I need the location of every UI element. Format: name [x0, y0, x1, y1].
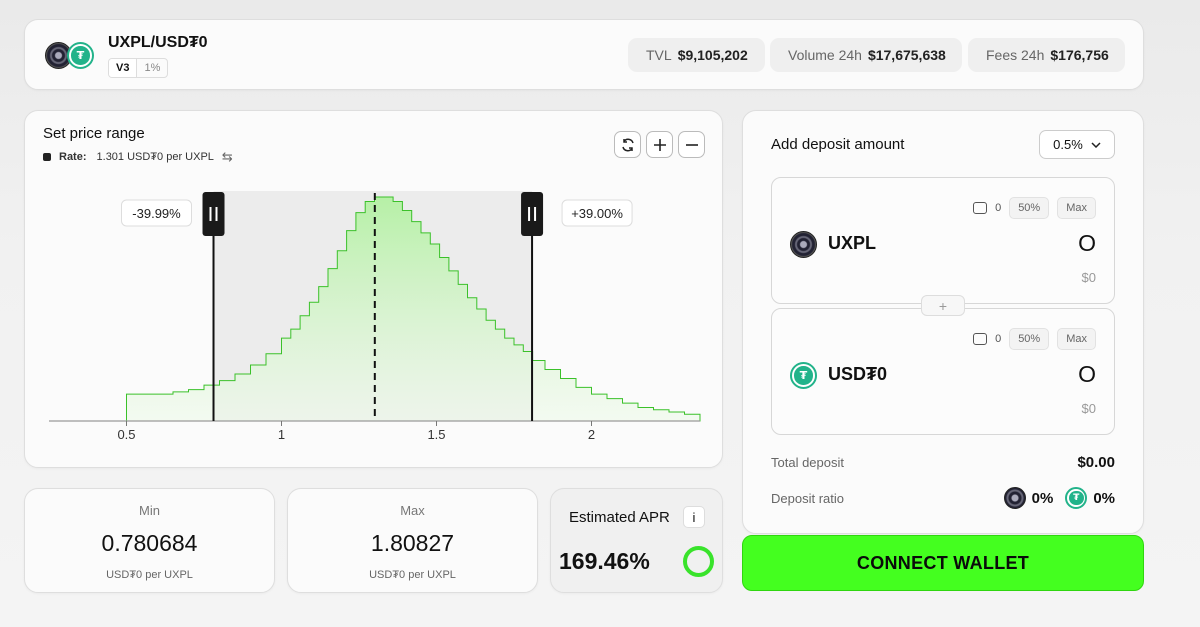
max-button[interactable]: Max — [1057, 328, 1096, 350]
usd-value: $0 — [1081, 270, 1096, 285]
uxpl-token-icon — [790, 231, 817, 258]
deposit-title: Add deposit amount — [771, 136, 905, 153]
rate-label: Rate: — [59, 151, 87, 163]
rate-line: Rate: 1.301 USD₮0 per UXPL ⇆ — [43, 149, 233, 165]
usdt0-token-icon: ₮ — [1065, 487, 1088, 509]
chevron-down-icon — [1091, 141, 1101, 148]
usdt0-token-icon: ₮ — [790, 362, 817, 389]
stat-value: $9,105,202 — [677, 47, 748, 63]
apr-value: 169.46% — [559, 548, 650, 574]
usd-value: $0 — [1081, 401, 1096, 416]
balance-value: 0 — [995, 202, 1002, 214]
ratio-a: 0% — [1031, 489, 1054, 507]
total-value: $0.00 — [1077, 454, 1115, 471]
pool-header: ₮ UXPL/USD₮0 V3 1% TVL $9,105,202 Volume… — [24, 19, 1144, 90]
rate-dot-icon — [43, 153, 51, 161]
ratio-b: 0% — [1093, 489, 1115, 507]
add-divider: + — [921, 295, 965, 316]
ratio-label: Deposit ratio — [771, 490, 844, 506]
stat-tvl: TVL $9,105,202 — [628, 38, 765, 72]
apr-card: Estimated APR i 169.46% — [550, 488, 723, 593]
token-name: UXPL — [828, 233, 877, 253]
pair-icons: ₮ — [45, 42, 101, 70]
pool-tags: V3 1% — [108, 58, 169, 78]
deposit-panel: Add deposit amount 0.5% 0 50% Max UXPL O… — [742, 110, 1144, 534]
max-title: Max — [400, 503, 425, 518]
balance-row: 0 50% Max — [973, 197, 1096, 219]
min-value[interactable]: 0.780684 — [25, 530, 274, 557]
min-title: Min — [139, 503, 160, 518]
pair-title: UXPL/USD₮0 — [108, 34, 208, 51]
stat-fees: Fees 24h $176,756 — [968, 38, 1125, 72]
upper-range-handle[interactable] — [521, 192, 544, 236]
stat-label: TVL — [646, 47, 672, 63]
stat-label: Fees 24h — [986, 47, 1045, 63]
uxpl-token-icon — [1003, 487, 1026, 509]
zoom-in-icon[interactable] — [646, 131, 673, 158]
slippage-value: 0.5% — [1053, 137, 1083, 152]
stat-volume: Volume 24h $17,675,638 — [770, 38, 962, 72]
zoom-out-icon[interactable] — [678, 131, 705, 158]
stat-label: Volume 24h — [788, 47, 862, 63]
stat-value: $176,756 — [1050, 47, 1109, 63]
half-button[interactable]: 50% — [1009, 197, 1050, 219]
apr-ring-icon — [683, 546, 714, 577]
max-unit: USD₮0 per UXPL — [369, 569, 456, 581]
balance-value: 0 — [995, 333, 1002, 345]
range-title: Set price range — [43, 125, 145, 142]
min-price-card[interactable]: Min 0.780684 USD₮0 per UXPL — [24, 488, 275, 593]
min-unit: USD₮0 per UXPL — [106, 569, 193, 581]
token-name: USD₮0 — [828, 364, 888, 384]
fee-tier-tag: 1% — [144, 62, 161, 74]
version-tag: V3 — [109, 59, 138, 77]
x-tick-label: 1.5 — [427, 427, 445, 442]
total-label: Total deposit — [771, 455, 844, 470]
amount-input[interactable]: O — [1078, 361, 1096, 388]
x-tick-label: 1 — [278, 427, 285, 442]
swap-direction-icon[interactable]: ⇆ — [222, 149, 233, 165]
balance-row: 0 50% Max — [973, 328, 1096, 350]
price-range-panel: 0.5 1 1.5 2 -39.99% +39.00% Set price range R… — [24, 110, 723, 468]
token-input-uxpl[interactable]: 0 50% Max UXPL O $0 — [771, 177, 1115, 304]
max-value[interactable]: 1.80827 — [288, 530, 537, 557]
rate-value: 1.301 USD₮0 per UXPL — [96, 151, 214, 163]
usdt0-token-icon: ₮ — [67, 42, 94, 69]
upper-percent-label: +39.00% — [571, 206, 623, 221]
wallet-icon — [973, 202, 988, 214]
amount-input[interactable]: O — [1078, 230, 1096, 257]
lower-percent-label: -39.99% — [132, 206, 181, 221]
apr-title: Estimated APR — [569, 509, 670, 526]
max-button[interactable]: Max — [1057, 197, 1096, 219]
x-tick-label: 0.5 — [117, 427, 135, 442]
refresh-icon[interactable] — [614, 131, 641, 158]
slippage-select[interactable]: 0.5% — [1039, 130, 1115, 159]
total-deposit-row: Total deposit $0.00 — [771, 454, 1115, 471]
ratio-values: 0% ₮ 0% — [1003, 487, 1115, 509]
connect-wallet-button[interactable]: CONNECT WALLET — [742, 535, 1144, 591]
lower-range-handle[interactable] — [202, 192, 225, 236]
token-input-usdt0[interactable]: 0 50% Max ₮ USD₮0 O $0 — [771, 308, 1115, 435]
half-button[interactable]: 50% — [1009, 328, 1050, 350]
info-icon[interactable]: i — [683, 506, 705, 528]
wallet-icon — [973, 333, 988, 345]
x-tick-label: 2 — [588, 427, 595, 442]
stat-value: $17,675,638 — [867, 47, 946, 63]
max-price-card[interactable]: Max 1.80827 USD₮0 per UXPL — [287, 488, 538, 593]
deposit-ratio-row: Deposit ratio 0% ₮ 0% — [771, 487, 1115, 509]
